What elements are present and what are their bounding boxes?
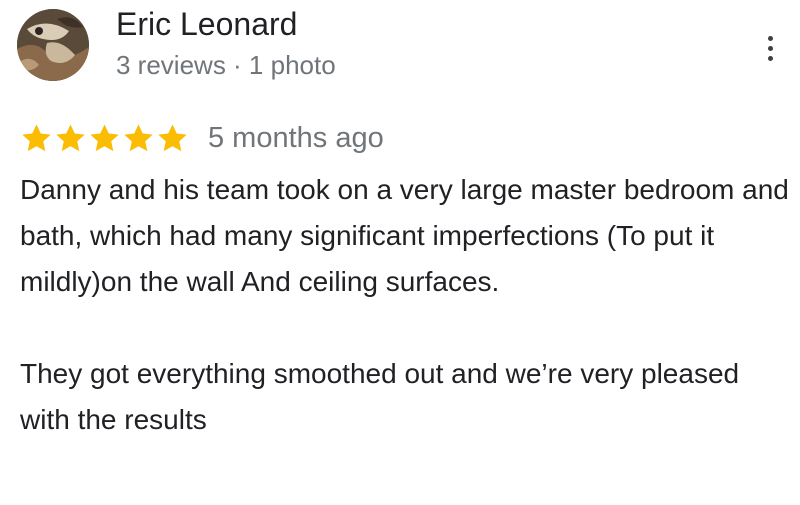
review-paragraph: Danny and his team took on a very large … — [20, 174, 789, 297]
more-vert-icon — [767, 35, 773, 41]
more-vert-icon-dot — [767, 55, 773, 61]
reviewer-name[interactable]: Eric Leonard — [116, 4, 297, 44]
review-paragraph: They got everything smoothed out and we’… — [20, 358, 740, 435]
more-options-button[interactable] — [752, 28, 788, 68]
review-text: Danny and his team took on a very large … — [20, 167, 790, 443]
rating-row: 5 months ago — [20, 118, 384, 158]
avatar[interactable] — [17, 9, 89, 81]
star-icon — [158, 123, 187, 151]
star-icon — [124, 123, 153, 151]
review-date: 5 months ago — [208, 122, 384, 154]
review-card: Eric Leonard 3 reviews · 1 photo 5 month… — [0, 0, 800, 505]
star-icon — [90, 123, 119, 151]
star-rating — [20, 122, 189, 155]
reviewer-meta[interactable]: 3 reviews · 1 photo — [116, 48, 336, 82]
more-vert-icon-dot — [767, 45, 773, 51]
avatar-photo — [17, 9, 89, 81]
star-icon — [22, 123, 51, 151]
star-icon — [56, 123, 85, 151]
